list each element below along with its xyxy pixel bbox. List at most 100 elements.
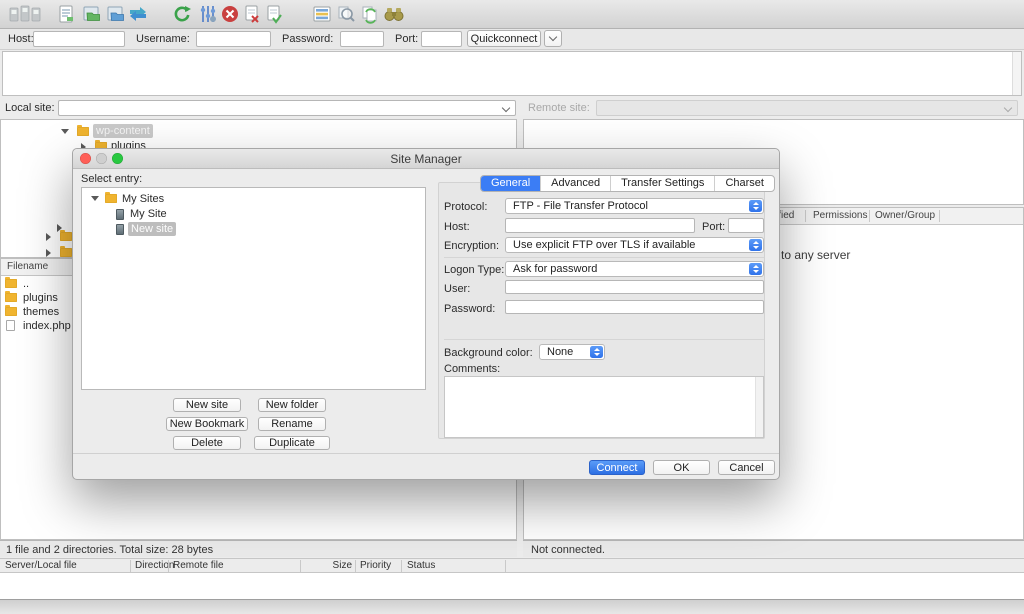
sync-browsing-icon[interactable] xyxy=(358,3,382,25)
compare-icon[interactable] xyxy=(334,3,358,25)
file-name: themes xyxy=(23,305,59,319)
tree-label: wp-content xyxy=(93,124,153,138)
stepper-icon[interactable] xyxy=(590,346,603,358)
background-color-select[interactable]: None xyxy=(539,344,605,360)
comments-label: Comments: xyxy=(444,362,500,376)
duplicate-button[interactable]: Duplicate xyxy=(254,436,330,450)
qc-port-label: Port: xyxy=(395,32,418,46)
disclosure-open-icon[interactable] xyxy=(61,129,69,134)
filezilla-window: Host: Username: Password: Port: Quickcon… xyxy=(0,0,1024,614)
rename-button[interactable]: Rename xyxy=(258,417,326,431)
disconnect-icon[interactable] xyxy=(240,3,264,25)
tab-general[interactable]: General xyxy=(481,176,540,191)
local-site-label: Local site: xyxy=(5,101,55,115)
qc-username-input[interactable] xyxy=(196,31,271,47)
protocol-label: Protocol: xyxy=(444,200,487,214)
local-site-combo[interactable] xyxy=(58,100,516,116)
reconnect-icon[interactable] xyxy=(262,3,286,25)
remote-status-text: Not connected. xyxy=(531,543,605,557)
new-bookmark-button[interactable]: New Bookmark xyxy=(166,417,248,431)
queue-col-status: Status xyxy=(407,559,435,573)
log-scrollbar[interactable] xyxy=(1012,52,1021,95)
cancel-icon[interactable] xyxy=(218,3,242,25)
toggle-local-tree-icon[interactable] xyxy=(80,3,104,25)
logon-type-select[interactable]: Ask for password xyxy=(505,261,764,277)
disclosure-closed-icon[interactable] xyxy=(46,233,51,241)
new-site-button[interactable]: New site xyxy=(173,398,241,412)
user-input[interactable] xyxy=(505,280,764,294)
dialog-password-label: Password: xyxy=(444,302,495,316)
qc-host-input[interactable] xyxy=(33,31,125,47)
stepper-icon[interactable] xyxy=(749,263,762,275)
queue-col-server-local: Server/Local file xyxy=(5,559,77,573)
tab-advanced[interactable]: Advanced xyxy=(540,176,610,191)
host-label: Host: xyxy=(444,220,470,234)
site-manager-icon[interactable] xyxy=(6,3,44,25)
folder-icon xyxy=(60,232,72,241)
qc-port-input[interactable] xyxy=(421,31,462,47)
refresh-icon[interactable] xyxy=(170,3,194,25)
tree-row-wp-content[interactable]: wp-content xyxy=(1,124,516,139)
folder-icon xyxy=(5,279,17,288)
remote-site-combo xyxy=(596,100,1018,116)
filter-icon[interactable] xyxy=(310,3,334,25)
stepper-icon[interactable] xyxy=(749,239,762,251)
sites-tree-newsite-row[interactable]: New site xyxy=(82,222,425,237)
message-log-pane xyxy=(2,51,1022,96)
tree-label: My Site xyxy=(130,207,167,221)
toggle-queue-icon[interactable] xyxy=(126,3,150,25)
comments-scrollbar[interactable] xyxy=(755,377,763,437)
protocol-select[interactable]: FTP - File Transfer Protocol xyxy=(505,198,764,214)
qc-password-input[interactable] xyxy=(340,31,384,47)
toggle-remote-tree-icon[interactable] xyxy=(104,3,128,25)
chevron-down-icon xyxy=(1004,104,1012,112)
process-queue-icon[interactable] xyxy=(196,3,220,25)
toggle-log-icon[interactable] xyxy=(54,3,78,25)
logon-type-label: Logon Type: xyxy=(444,263,504,277)
queue-column-headers[interactable]: Server/Local file Direction Remote file … xyxy=(0,558,1024,573)
cancel-button[interactable]: Cancel xyxy=(718,460,775,475)
queue-col-size: Size xyxy=(308,559,352,573)
logon-type-value: Ask for password xyxy=(513,263,597,275)
host-input[interactable] xyxy=(505,218,695,233)
connect-button[interactable]: Connect xyxy=(589,460,645,475)
tab-transfer-settings[interactable]: Transfer Settings xyxy=(610,176,714,191)
delete-button[interactable]: Delete xyxy=(173,436,241,450)
local-status-bar: 1 file and 2 directories. Total size: 28… xyxy=(0,540,517,557)
queue-col-priority: Priority xyxy=(360,559,391,573)
qc-host-label: Host: xyxy=(8,32,34,46)
file-name: .. xyxy=(23,277,29,291)
dialog-title: Site Manager xyxy=(73,152,779,166)
tree-label: My Sites xyxy=(122,192,164,206)
column-header-permissions: Permissions xyxy=(813,209,867,223)
divider xyxy=(73,453,779,454)
chevron-down-icon xyxy=(549,33,557,41)
remote-status-bar: Not connected. xyxy=(523,540,1024,557)
disclosure-open-icon[interactable] xyxy=(91,196,99,201)
ok-button[interactable]: OK xyxy=(653,460,710,475)
user-label: User: xyxy=(444,282,470,296)
queue-col-remote-file: Remote file xyxy=(173,559,224,573)
background-color-label: Background color: xyxy=(444,346,533,360)
port-input[interactable] xyxy=(728,218,764,233)
dialog-title-bar: Site Manager xyxy=(73,149,779,169)
sites-tree-root-row[interactable]: My Sites xyxy=(82,192,425,207)
site-manager-dialog: Site Manager Select entry: My Sites My S… xyxy=(72,148,780,480)
dialog-password-input[interactable] xyxy=(505,300,764,314)
comments-textarea[interactable] xyxy=(444,376,764,438)
stepper-icon[interactable] xyxy=(749,200,762,212)
local-status-text: 1 file and 2 directories. Total size: 28… xyxy=(6,543,213,557)
qc-username-label: Username: xyxy=(136,32,190,46)
quickconnect-bar: Host: Username: Password: Port: Quickcon… xyxy=(0,29,1024,50)
quickconnect-button[interactable]: Quickconnect xyxy=(467,30,541,47)
sites-tree-site-row[interactable]: My Site xyxy=(82,207,425,222)
new-folder-button[interactable]: New folder xyxy=(258,398,326,412)
server-icon xyxy=(116,224,124,235)
tab-charset[interactable]: Charset xyxy=(714,176,774,191)
encryption-select[interactable]: Use explicit FTP over TLS if available xyxy=(505,237,764,253)
find-icon[interactable] xyxy=(382,3,406,25)
disclosure-closed-icon[interactable] xyxy=(46,249,51,257)
settings-tabs: General Advanced Transfer Settings Chars… xyxy=(480,175,775,192)
quickconnect-dropdown-button[interactable] xyxy=(544,30,562,47)
background-color-value: None xyxy=(547,346,573,358)
